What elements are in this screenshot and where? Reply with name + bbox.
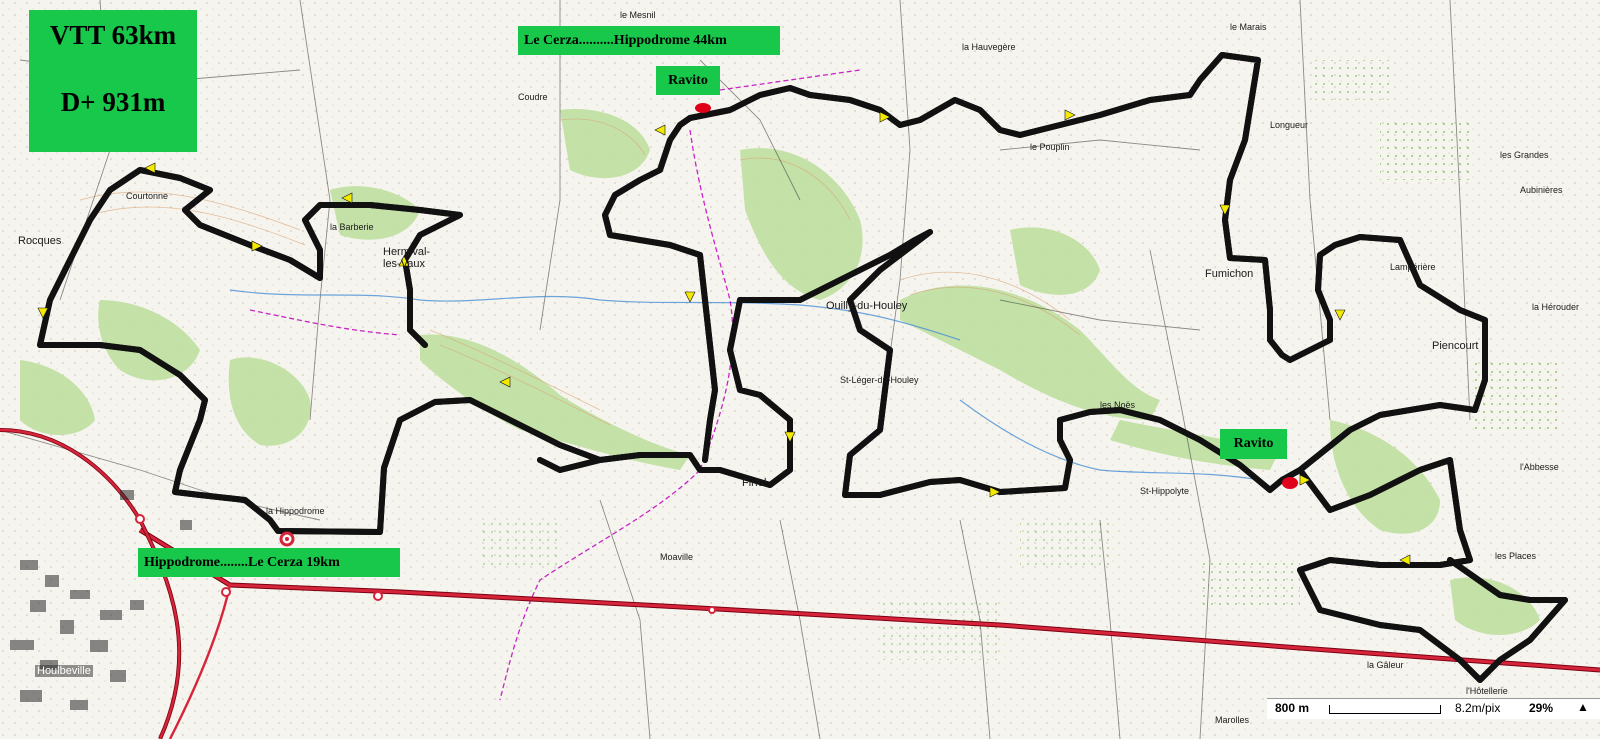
place-label: la Hérouder [1532,302,1580,312]
place-label: St-Léger-du-Houley [840,375,919,385]
zoom-level[interactable]: 29% [1529,701,1553,715]
place-label: l'Hôtellerie [1466,686,1508,696]
scale-bar: 800 m 8.2m/pix 29% ▲ [1267,698,1600,719]
place-label: l'Abbesse [1520,462,1559,472]
place-label: Lampérière [1390,262,1436,272]
up-arrow-icon[interactable]: ▲ [1577,700,1589,714]
ravito-label-east: Ravito [1220,429,1287,459]
route-stats-box: VTT 63km D+ 931m [29,10,197,152]
place-label: le Marais [1230,22,1267,32]
place-label: Fumichon [1205,268,1254,280]
route-segment-banner-south: Hippodrome........Le Cerza 19km [138,548,400,577]
elevation-label: D+ 931m [60,87,166,117]
place-label: Coudre [518,92,548,102]
ravito-label-north: Ravito [656,66,720,95]
place-label: Longueur [1270,120,1309,130]
place-label: les Grandes [1500,150,1549,160]
distance-label: VTT 63km [49,20,177,50]
place-label: Moaville [660,552,694,562]
ravito-marker-east[interactable] [1282,477,1298,489]
place-label: Marolles [1215,715,1250,725]
route-segment-banner-north: Le Cerza..........Hippodrome 44km [518,26,780,55]
place-label: Courtonne [126,191,169,201]
place-label: la Gâleur [1367,660,1404,670]
place-label: Hermival-les-Vaux [383,246,431,270]
place-label: les Noës [1100,400,1136,410]
place-label: la Hauvegère [962,42,1016,52]
place-label: la Hippodrome [266,506,325,516]
ravito-marker-north[interactable] [695,103,711,113]
place-label: St-Hippolyte [1140,486,1190,496]
place-label: Houlbeville [35,665,93,677]
scale-ruler [1329,705,1441,714]
place-label: le Mesnil [620,10,656,20]
place-label: Ouilly-du-Houley [826,300,908,312]
place-label: Rocques [18,235,62,247]
start-finish-marker[interactable] [279,531,295,547]
scale-resolution: 8.2m/pix [1455,701,1501,715]
topographic-map[interactable] [0,0,1600,739]
place-label: Firfol [742,477,767,489]
scale-distance: 800 m [1275,701,1310,715]
place-label: la Barberie [330,222,374,232]
place-label: les Places [1495,551,1537,561]
place-label: Piencourt [1432,340,1479,352]
place-label: le Pouplin [1030,142,1070,152]
place-label: Aubinières [1520,185,1563,195]
